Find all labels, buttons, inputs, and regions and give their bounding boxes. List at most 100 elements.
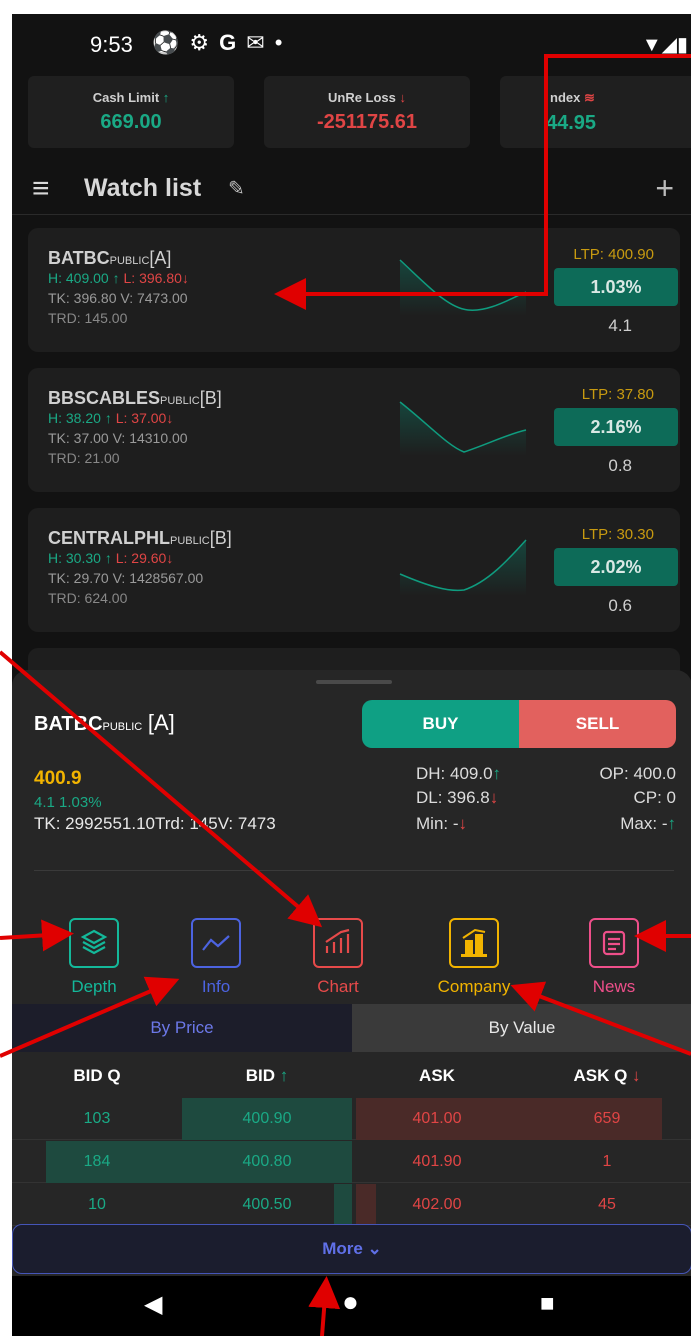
- index-value: 44.95: [546, 112, 597, 134]
- high-low-row: H: 38.20 ↑ L: 37.00↓: [48, 410, 173, 426]
- buy-sell-toggle: BUY SELL: [362, 700, 676, 748]
- bid-q-header: BID Q: [73, 1066, 121, 1085]
- google-icon: G: [219, 30, 237, 55]
- symbol-name: CENTRALPHL: [48, 528, 170, 548]
- high-value: H: 409.00: [48, 270, 109, 286]
- building-icon: [449, 918, 499, 968]
- sparkline: [399, 259, 527, 316]
- info-action[interactable]: Info: [166, 918, 266, 997]
- bid-price: 400.90: [242, 1110, 292, 1127]
- more-button[interactable]: More ⌄: [12, 1224, 691, 1274]
- board-name: PUBLIC: [170, 535, 210, 547]
- detail-symbol: BATBC: [34, 713, 103, 735]
- close-price: CP: 0: [633, 788, 676, 807]
- min-price: Min: -↓: [416, 814, 467, 834]
- orderbook-header: BID Q BID ↑ ASK ASK Q ↓: [12, 1054, 691, 1098]
- news-action[interactable]: News: [564, 918, 664, 997]
- last-price: 400.9: [34, 768, 82, 789]
- sparkline: [399, 539, 527, 596]
- symbol-name: BATBC: [48, 248, 110, 268]
- symbol-name: BBSCABLES: [48, 388, 161, 408]
- ask-qty: 1: [602, 1153, 612, 1170]
- orderbook-row[interactable]: 184 400.80 401.90 1: [12, 1141, 691, 1183]
- index-label-row: ndex ≋: [500, 90, 691, 106]
- tab-by-price[interactable]: By Price: [12, 1004, 352, 1052]
- buy-button[interactable]: BUY: [362, 700, 519, 748]
- edit-icon[interactable]: ✎: [228, 176, 245, 201]
- depth-label: Depth: [71, 977, 117, 996]
- tk-trd-volume-line: TK: 2992551.10Trd: 145V: 7473: [34, 814, 276, 834]
- header-divider: [12, 214, 691, 215]
- high-value: H: 38.20: [48, 410, 101, 426]
- bid-qty: 184: [83, 1153, 111, 1170]
- menu-icon[interactable]: ≡: [32, 172, 50, 206]
- recents-icon[interactable]: ■: [540, 1290, 555, 1318]
- stock-detail-sheet: BATBCPUBLIC [A] BUY SELL 400.9 4.1 1.03%…: [12, 670, 691, 1336]
- bid-qty: 10: [88, 1196, 106, 1213]
- index-card[interactable]: ndex ≋ 44.95: [500, 76, 691, 148]
- v-value: 7473: [237, 814, 276, 833]
- ask-q-header-cell[interactable]: ASK Q ↓: [522, 1054, 691, 1098]
- watchlist-header: ≡ Watch list ✎ +: [12, 164, 691, 212]
- cash-limit-label-row: Cash Limit ↑: [28, 90, 234, 105]
- chart-action[interactable]: Chart: [288, 918, 388, 997]
- group-name: [A]: [149, 248, 172, 268]
- ask-price: 401.90: [412, 1153, 462, 1170]
- arrow-down-icon: ↓: [181, 270, 189, 286]
- cash-limit-value: 669.00: [100, 111, 162, 133]
- board-name: PUBLIC: [160, 395, 200, 407]
- back-icon[interactable]: ◀: [144, 1290, 162, 1319]
- mail-icon: ✉: [246, 30, 265, 55]
- watchlist-item[interactable]: CENTRALPHLPUBLIC[B] H: 30.30 ↑ L: 29.60↓…: [28, 508, 680, 632]
- detail-symbol-row: BATBCPUBLIC [A]: [34, 710, 175, 736]
- depth-action[interactable]: Depth: [44, 918, 144, 997]
- trade-count: TRD: 624.00: [48, 590, 128, 606]
- drag-handle[interactable]: [316, 680, 392, 684]
- home-icon[interactable]: ●: [342, 1286, 359, 1318]
- arrow-up-icon: ↑: [667, 814, 677, 833]
- day-low: DL: 396.8↓: [416, 788, 498, 808]
- high-low-row: H: 30.30 ↑ L: 29.60↓: [48, 550, 173, 566]
- bid-qty: 103: [83, 1110, 111, 1127]
- arrow-up-icon: ↑: [100, 550, 116, 566]
- arrow-down-icon: ↓: [632, 1066, 641, 1085]
- day-low-text: DL: 396.8: [416, 788, 490, 807]
- wifi-off-icon: ≋: [583, 90, 595, 105]
- add-icon[interactable]: +: [655, 170, 674, 207]
- trade-count: TRD: 21.00: [48, 450, 120, 466]
- company-label: Company: [437, 977, 511, 996]
- unre-loss-card[interactable]: UnRe Loss ↓ -251175.61: [264, 76, 470, 148]
- ask-price: 401.00: [412, 1110, 462, 1127]
- orderbook-row[interactable]: 103 400.90 401.00 659: [12, 1098, 691, 1140]
- v-label: V:: [217, 814, 238, 833]
- change-value: 0.6: [608, 596, 632, 615]
- tab-by-value[interactable]: By Value: [352, 1004, 691, 1052]
- watchlist-item[interactable]: BBSCABLESPUBLIC[B] H: 38.20 ↑ L: 37.00↓ …: [28, 368, 680, 492]
- cash-limit-card[interactable]: Cash Limit ↑ 669.00: [28, 76, 234, 148]
- arrow-down-icon: ↓: [458, 814, 468, 833]
- index-label: ndex: [550, 90, 581, 105]
- arrow-down-icon: ↓: [489, 788, 499, 807]
- sell-button[interactable]: SELL: [519, 700, 676, 748]
- price-change: 4.1 1.03%: [34, 794, 102, 811]
- bid-price: 400.80: [242, 1153, 292, 1170]
- tk-volume: TK: 396.80 V: 7473.00: [48, 290, 188, 306]
- group-name: [B]: [199, 388, 222, 408]
- bid-header-cell[interactable]: BID ↑: [182, 1054, 352, 1098]
- news-label: News: [592, 977, 636, 996]
- symbol-row: BBSCABLESPUBLIC[B]: [48, 388, 222, 409]
- arrow-up-icon: ↑: [162, 90, 170, 105]
- company-action[interactable]: Company: [424, 918, 524, 997]
- gear-icon: ⚙: [189, 30, 210, 55]
- arrow-up-icon: ↑: [279, 1066, 289, 1085]
- ltp-value: LTP: 30.30: [581, 526, 654, 543]
- orderbook-row[interactable]: 10 400.50 402.00 45: [12, 1184, 691, 1226]
- high-value: H: 30.30: [48, 550, 101, 566]
- cash-limit-label: Cash Limit: [92, 90, 160, 105]
- chart-label: Chart: [317, 977, 359, 996]
- symbol-row: CENTRALPHLPUBLIC[B]: [48, 528, 232, 549]
- detail-board: PUBLIC: [102, 721, 143, 733]
- watchlist-item[interactable]: BATBCPUBLIC[A] H: 409.00 ↑ L: 396.80↓ TK…: [28, 228, 680, 352]
- bid-price: 400.50: [242, 1196, 292, 1213]
- ask-qty: 45: [598, 1196, 616, 1213]
